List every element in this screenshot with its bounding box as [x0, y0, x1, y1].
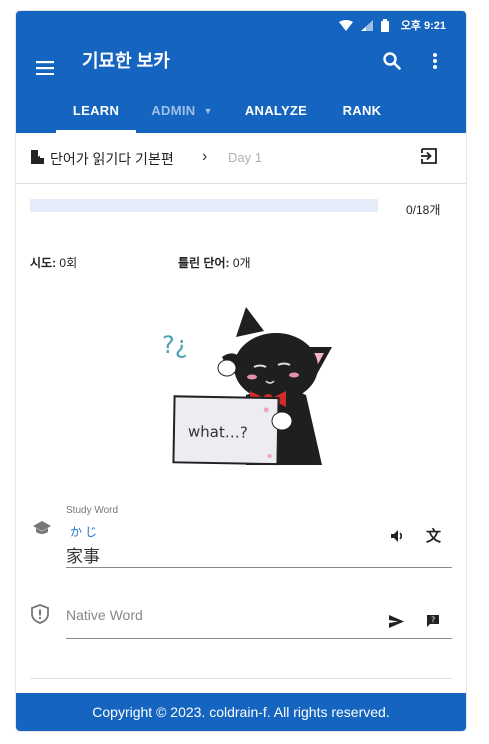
breadcrumb-day[interactable]: Day 1 — [228, 150, 262, 165]
progress-text: 0/18개 — [406, 203, 441, 217]
hint-icon[interactable]: ? — [426, 614, 440, 628]
book-icon — [31, 150, 44, 164]
attempts-label: 시도: — [30, 256, 57, 270]
attempts-stat: 시도: 0회 — [30, 254, 77, 271]
attempts-value: 0회 — [59, 256, 78, 270]
sign-text: what…? — [188, 423, 248, 442]
search-icon[interactable] — [382, 51, 402, 71]
chevron-right-icon: › — [202, 148, 208, 165]
signal-icon — [360, 19, 373, 31]
tab-rank-label: RANK — [342, 103, 382, 118]
confused-cat-illustration: ?¿ what…? — [162, 307, 332, 466]
tab-admin[interactable]: ADMIN ▼ — [142, 96, 222, 133]
native-word-input[interactable]: Native Word — [66, 607, 143, 623]
app-bar: 기묘한 보카 LEARN ADMIN ▼ ANALYZE RANK — [16, 39, 466, 133]
furigana-text: かじ — [70, 525, 101, 539]
furigana-icon[interactable]: 文 — [426, 525, 441, 546]
caret-down-icon: ▼ — [203, 106, 213, 116]
volume-icon[interactable] — [390, 529, 404, 543]
tab-learn-label: LEARN — [72, 103, 120, 118]
menu-icon[interactable] — [36, 61, 54, 75]
school-icon — [33, 521, 51, 534]
study-word-field[interactable]: 家事 — [66, 542, 100, 567]
footer-copyright: Copyright © 2023. coldrain-f. All rights… — [92, 704, 390, 720]
study-word-underline — [66, 567, 452, 568]
progress-bar — [30, 199, 378, 212]
breadcrumb: 단어가 읽기다 기본편 › Day 1 — [16, 133, 466, 184]
wifi-icon — [338, 19, 353, 31]
tab-bar: LEARN ADMIN ▼ ANALYZE RANK — [16, 96, 466, 133]
more-vert-icon[interactable] — [430, 52, 440, 70]
section-divider — [30, 678, 452, 679]
status-time: 오후 9:21 — [400, 20, 446, 32]
send-icon[interactable] — [389, 615, 404, 628]
status-bar: 오후 9:21 — [16, 11, 466, 39]
tab-learn[interactable]: LEARN — [56, 96, 136, 133]
wrong-words-value: 0개 — [232, 256, 251, 270]
shield-alert-icon — [31, 604, 49, 624]
breadcrumb-book[interactable]: 단어가 읽기다 기본편 — [50, 149, 174, 169]
question-marks: ?¿ — [162, 331, 187, 359]
exit-icon[interactable] — [420, 147, 438, 165]
tab-rank[interactable]: RANK — [322, 96, 402, 133]
footer: Copyright © 2023. coldrain-f. All rights… — [16, 693, 466, 731]
study-word-label: Study Word — [66, 505, 119, 516]
tab-admin-label: ADMIN — [151, 103, 196, 118]
native-word-underline — [66, 638, 452, 639]
wrong-words-stat: 틀린 단어: 0개 — [178, 254, 251, 271]
battery-icon — [380, 18, 389, 32]
tab-analyze[interactable]: ANALYZE — [236, 96, 316, 133]
wrong-words-label: 틀린 단어: — [178, 256, 230, 270]
tab-analyze-label: ANALYZE — [244, 103, 308, 118]
app-title: 기묘한 보카 — [82, 51, 170, 71]
app-window: 오후 9:21 기묘한 보카 LEARN ADMIN ▼ ANALYZE RANK… — [16, 11, 466, 731]
svg-text:?: ? — [431, 616, 435, 625]
